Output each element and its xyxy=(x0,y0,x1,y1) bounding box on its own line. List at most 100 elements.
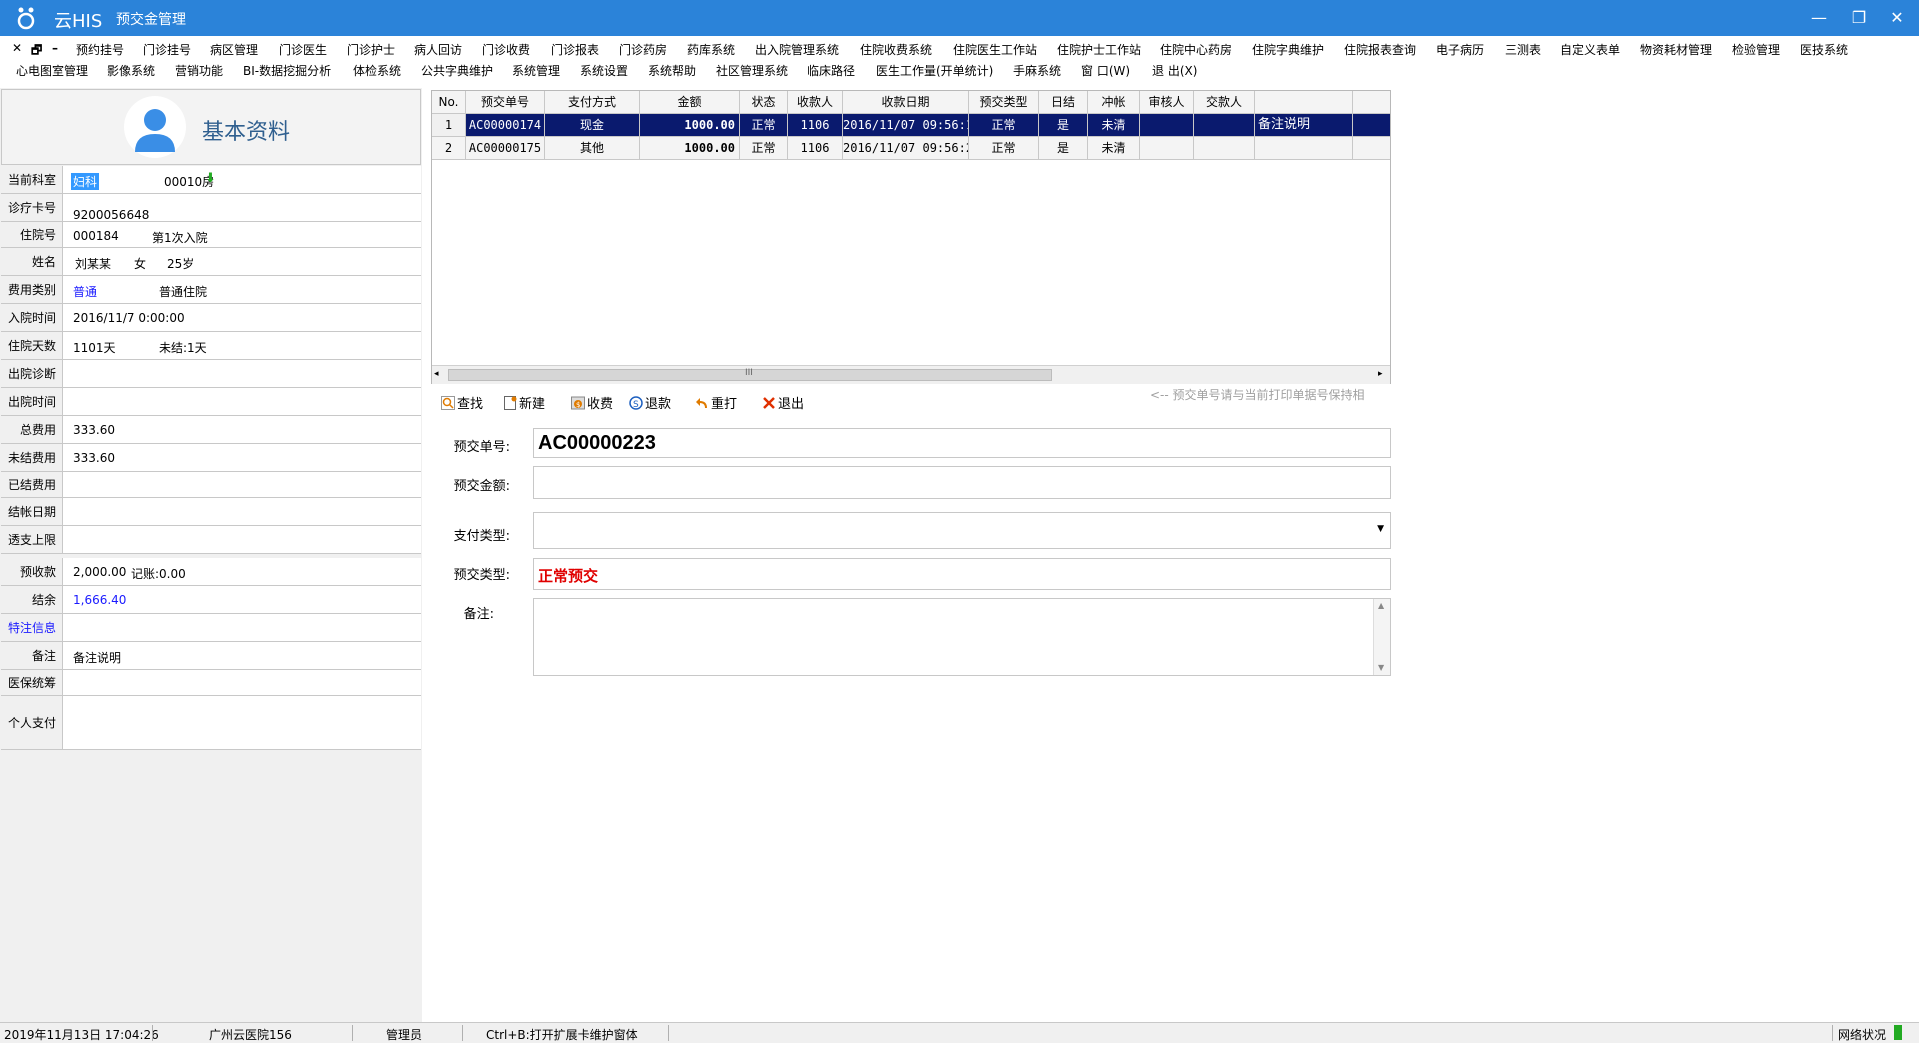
network-status-indicator xyxy=(1894,1025,1902,1040)
new-button[interactable]: 新建 xyxy=(503,393,545,413)
prepay-amount-input[interactable] xyxy=(533,466,1391,499)
info-row: 预收款 2,000.00 记账:0.00 xyxy=(1,558,421,586)
horizontal-scrollbar[interactable]: ◂ III ▸ xyxy=(432,365,1390,384)
menu-item[interactable]: 检验管理 xyxy=(1732,41,1780,58)
mdi-minimize-icon[interactable]: – xyxy=(52,41,58,55)
menu-item[interactable]: 门诊报表 xyxy=(551,41,599,58)
column-header[interactable]: 预交单号 xyxy=(466,91,545,113)
menu-item[interactable]: 公共字典维护 xyxy=(421,62,493,79)
table-cell: 1106 xyxy=(788,114,843,136)
menu-item[interactable]: 住院护士工作站 xyxy=(1057,41,1141,58)
column-header[interactable]: 状态 xyxy=(740,91,788,113)
pay-type-select[interactable]: ▼ xyxy=(533,512,1391,549)
reprint-button[interactable]: 重打 xyxy=(695,393,737,413)
search-button[interactable]: 查找 xyxy=(441,393,483,413)
menu-item[interactable]: 系统设置 xyxy=(580,62,628,79)
column-header[interactable]: 冲帐 xyxy=(1088,91,1140,113)
menu-item[interactable]: 物资耗材管理 xyxy=(1640,41,1712,58)
exit-button-label: 退出 xyxy=(778,397,805,412)
menu-item[interactable]: 三测表 xyxy=(1505,41,1541,58)
menu-item[interactable]: 住院字典维护 xyxy=(1252,41,1324,58)
menu-item[interactable]: 自定义表单 xyxy=(1560,41,1620,58)
menu-item[interactable]: 系统管理 xyxy=(512,62,560,79)
menu-item[interactable]: 住院中心药房 xyxy=(1160,41,1232,58)
info-row: 备注 备注说明 xyxy=(1,642,421,670)
menu-item[interactable]: 系统帮助 xyxy=(648,62,696,79)
menu-item[interactable]: 病人回访 xyxy=(414,41,462,58)
scroll-down-icon[interactable]: ▼ xyxy=(1378,663,1384,672)
exit-button[interactable]: 退出 xyxy=(762,393,804,413)
menu-item[interactable]: 影像系统 xyxy=(107,62,155,79)
menu-item[interactable]: 医生工作量(开单统计) xyxy=(876,62,993,79)
menu-item[interactable]: BI-数据挖掘分析 xyxy=(243,62,331,79)
close-x-icon xyxy=(763,397,775,409)
menu-item[interactable]: 门诊收费 xyxy=(482,41,530,58)
menu-item[interactable]: 住院医生工作站 xyxy=(953,41,1037,58)
table-cell: 是 xyxy=(1039,114,1088,136)
table-cell: 1000.00 xyxy=(640,114,740,136)
menu-item[interactable]: 心电图室管理 xyxy=(16,62,88,79)
table-cell xyxy=(1255,137,1353,159)
menu-item[interactable]: 社区管理系统 xyxy=(716,62,788,79)
menu-item[interactable]: 电子病历 xyxy=(1436,41,1484,58)
info-row-label: 个人支付 xyxy=(1,696,63,749)
scrollbar-thumb[interactable]: III xyxy=(448,368,1052,381)
menu-item[interactable]: 营销功能 xyxy=(175,62,223,79)
table-header: No. 预交单号 支付方式 金额 状态 收款人 收款日期 预交类型 日结 冲帐 审核人 交款人 xyxy=(432,91,1390,114)
column-header[interactable]: 预交类型 xyxy=(969,91,1039,113)
column-header[interactable]: 交款人 xyxy=(1194,91,1255,113)
info-row: 诊疗卡号 9200056648 xyxy=(1,194,421,222)
menu-item[interactable]: 退 出(X) xyxy=(1152,62,1197,79)
table-row[interactable]: 1 AC00000174 现金 1000.00 正常 1106 2016/11/07 09:… xyxy=(432,114,1390,137)
note-textarea[interactable]: ▲ ▼ xyxy=(533,598,1391,676)
prepayment-table[interactable]: No. 预交单号 支付方式 金额 状态 收款人 收款日期 预交类型 日结 冲帐 审核人 交款人 1 AC… xyxy=(431,90,1391,384)
info-row-label: 诊疗卡号 xyxy=(1,194,63,221)
info-row-label: 结帐日期 xyxy=(1,498,63,525)
charge-button[interactable]: $ 收费 xyxy=(571,393,613,413)
menu-item[interactable]: 出入院管理系统 xyxy=(755,41,839,58)
menu-item[interactable]: 药库系统 xyxy=(687,41,735,58)
menu-item[interactable]: 体检系统 xyxy=(353,62,401,79)
menu-item[interactable]: 住院报表查询 xyxy=(1344,41,1416,58)
menu-item[interactable]: 临床路径 xyxy=(807,62,855,79)
menu-item[interactable]: 门诊挂号 xyxy=(143,41,191,58)
close-button[interactable]: ✕ xyxy=(1874,0,1919,36)
refund-button[interactable]: S 退款 xyxy=(629,393,671,413)
scroll-left-icon[interactable]: ◂ xyxy=(434,369,439,379)
note-scrollbar[interactable]: ▲ ▼ xyxy=(1373,599,1390,675)
column-header[interactable]: 金额 xyxy=(640,91,740,113)
column-header[interactable]: 日结 xyxy=(1039,91,1088,113)
column-header[interactable]: 支付方式 xyxy=(545,91,640,113)
menu-item[interactable]: 医技系统 xyxy=(1800,41,1848,58)
refund-icon: S xyxy=(629,396,643,410)
title-bar: 云HIS 预交金管理 — ❐ ✕ xyxy=(0,0,1919,36)
column-header[interactable] xyxy=(1255,91,1353,113)
patient-info-panel: 基本资料 当前科室 妇科 00010房 ⬇ 诊疗卡号 9200056648 住院号 00018… xyxy=(0,88,422,1022)
svg-text:$: $ xyxy=(576,401,580,409)
receipt-no-field[interactable]: AC00000223 xyxy=(533,428,1391,458)
column-header[interactable]: 收款人 xyxy=(788,91,843,113)
info-title: 基本资料 xyxy=(202,120,291,145)
chevron-down-icon[interactable]: ▼ xyxy=(1377,524,1384,534)
info-row-value: 女 xyxy=(134,257,147,271)
scroll-up-icon[interactable]: ▲ xyxy=(1378,601,1384,610)
column-header[interactable]: 审核人 xyxy=(1140,91,1194,113)
info-row-value: 2016/11/7 0:00:00 xyxy=(73,311,185,325)
table-cell: AC00000174 xyxy=(466,114,545,136)
prepay-type-field[interactable]: 正常预交 xyxy=(533,558,1391,590)
menu-item[interactable]: 门诊药房 xyxy=(619,41,667,58)
menu-item[interactable]: 手麻系统 xyxy=(1013,62,1061,79)
menu-item[interactable]: 门诊医生 xyxy=(279,41,327,58)
column-header[interactable]: No. xyxy=(432,91,466,113)
arrow-down-icon[interactable]: ⬇ xyxy=(205,171,216,186)
mdi-close-icon[interactable]: ✕ xyxy=(12,41,22,55)
menu-item[interactable]: 住院收费系统 xyxy=(860,41,932,58)
menu-item[interactable]: 预约挂号 xyxy=(76,41,124,58)
info-row-label: 医保统筹 xyxy=(1,670,63,695)
menu-item[interactable]: 门诊护士 xyxy=(347,41,395,58)
table-row[interactable]: 2 AC00000175 其他 1000.00 正常 1106 2016/11/07 09:… xyxy=(432,137,1390,160)
scroll-right-icon[interactable]: ▸ xyxy=(1378,369,1383,379)
menu-item[interactable]: 窗 口(W) xyxy=(1081,62,1130,79)
menu-item[interactable]: 病区管理 xyxy=(210,41,258,58)
column-header[interactable]: 收款日期 xyxy=(843,91,969,113)
